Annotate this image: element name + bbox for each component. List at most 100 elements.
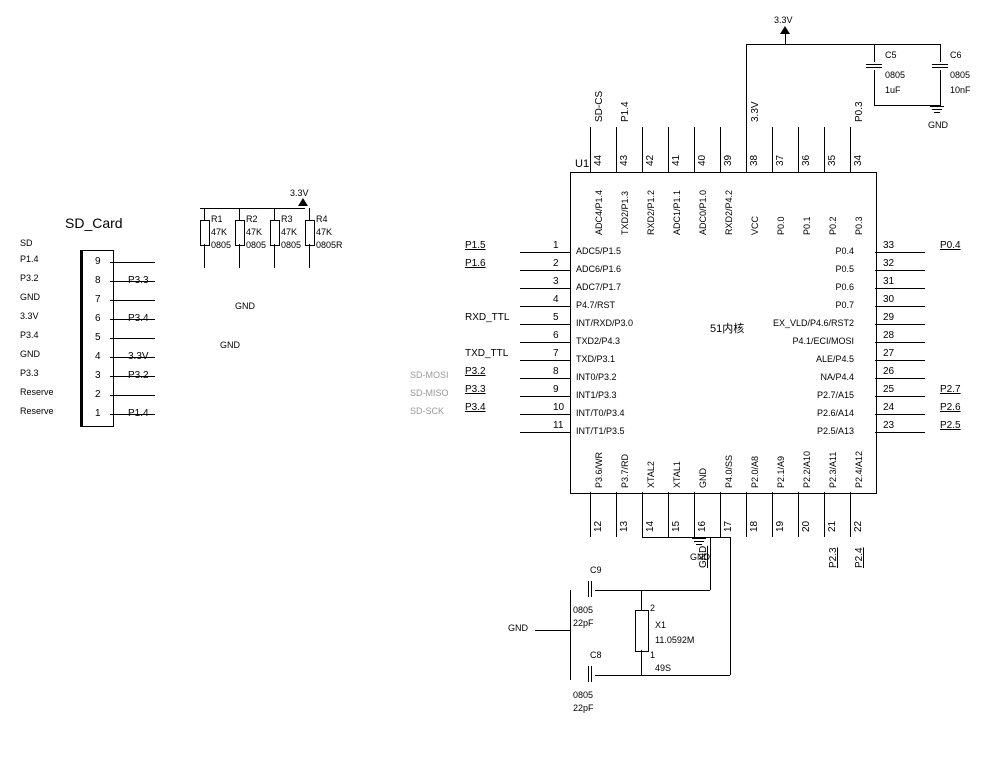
u1-pin-num: 41 — [671, 155, 682, 166]
u1-pin-num: 16 — [697, 521, 708, 532]
wire — [641, 590, 642, 610]
sd-net: P3.3 — [128, 275, 149, 286]
u1-pin-name: P0.3 — [854, 216, 864, 235]
u1-pin-num: 34 — [853, 155, 864, 166]
u1-net: P2.3 — [828, 547, 839, 568]
pull-rail: 3.3V — [290, 188, 309, 198]
u1-pin-num: 12 — [593, 521, 604, 532]
r-p: 0805 — [246, 240, 266, 250]
u1-pin-num: 21 — [827, 521, 838, 532]
wire — [200, 208, 305, 209]
wire — [874, 44, 875, 62]
sd-net: P3.2 — [128, 370, 149, 381]
u1-pin-num: 5 — [553, 312, 559, 323]
sd-pin-num: 3 — [95, 370, 101, 381]
u1-pin-num: 36 — [801, 155, 812, 166]
crystal-x1 — [635, 610, 649, 652]
r-p: 0805R — [316, 240, 343, 250]
c9-pkg: 0805 — [573, 605, 593, 615]
sd-left-label: Reserve — [20, 406, 54, 416]
u1-pin-name: ADC4/P1.4 — [594, 190, 604, 235]
u1-pin-name: P0.6 — [835, 282, 854, 292]
sd-left-label: P3.2 — [20, 273, 39, 283]
gnd-label: GND — [235, 301, 255, 311]
decoup-rail: 3.3V — [774, 15, 793, 25]
u1-ref: U1 — [575, 158, 589, 170]
u1-pin-name: NA/P4.4 — [820, 372, 854, 382]
wire — [110, 395, 155, 396]
resistor — [305, 220, 315, 246]
u1-pin-num: 26 — [883, 366, 894, 377]
u1-pin-name: P4.1/ECI/MOSI — [792, 336, 854, 346]
c5-ref: C5 — [885, 50, 897, 60]
sd-pin-num: 6 — [95, 313, 101, 324]
u1-pin-num: 31 — [883, 276, 894, 287]
xtal-gnd: GND — [508, 623, 528, 633]
r-ref: R4 — [316, 214, 328, 224]
gnd-icon — [930, 106, 944, 113]
u1-pin-num: 25 — [883, 384, 894, 395]
u1-pin-name: ALE/P4.5 — [816, 354, 854, 364]
u1-pin-num: 28 — [883, 330, 894, 341]
r-v: 47K — [316, 227, 332, 237]
u1-core: 51内核 — [710, 320, 744, 336]
u1-pin-num: 3 — [553, 276, 559, 287]
u1-pin-name: P2.3/A11 — [828, 452, 838, 488]
u1-pin-name: ADC7/P1.7 — [576, 282, 621, 292]
u1-pin-name: RXD2/P1.2 — [646, 190, 656, 235]
u1-pin-num: 11 — [553, 420, 563, 431]
r-v: 47K — [281, 227, 297, 237]
u1-pin-name: ADC6/P1.6 — [576, 264, 621, 274]
u1-pin-num: 14 — [645, 521, 656, 532]
u1-net: P2.7 — [940, 384, 961, 395]
sd-left-label: GND — [20, 349, 40, 359]
sd-left-label: P3.3 — [20, 368, 39, 378]
u1-pin-num: 29 — [883, 312, 894, 323]
u1-net: P3.4 — [465, 402, 486, 413]
u1-pin-name: P2.1/A9 — [776, 456, 786, 488]
u1-pin-name: INT/T0/P3.4 — [576, 408, 625, 418]
cap-c8 — [586, 666, 594, 682]
u1-pin-num: 6 — [553, 330, 559, 341]
sd-pin-num: 8 — [95, 275, 101, 286]
power-arrow-icon — [298, 198, 308, 206]
sd-ref: SD — [20, 238, 33, 248]
u1-pin-name: P0.0 — [776, 216, 786, 235]
u1-pin-num: 18 — [749, 521, 760, 532]
resistor — [200, 220, 210, 246]
u1-pin-num: 9 — [553, 384, 559, 395]
wire — [641, 650, 642, 675]
c9-ref: C9 — [590, 565, 602, 575]
u1-pin-num: 10 — [553, 402, 564, 413]
x1-pkg: 49S — [655, 663, 671, 673]
sd-net: P1.4 — [128, 408, 149, 419]
wire — [595, 675, 730, 676]
resistor — [270, 220, 280, 246]
sd-net: 3.3V — [128, 351, 149, 362]
c8-pkg: 0805 — [573, 690, 593, 700]
cap-c9 — [586, 581, 594, 597]
u1-pin-name: P4.0/SS — [724, 455, 734, 488]
sd-title: SD_Card — [65, 215, 123, 231]
u1-pin-num: 20 — [801, 521, 812, 532]
u1-pin-name: P2.5/A13 — [817, 426, 854, 436]
u1-pin-num: 2 — [553, 258, 559, 269]
u1-pin-num: 8 — [553, 366, 559, 377]
u1-pin-num: 13 — [619, 521, 630, 532]
u1-pin-num: 32 — [883, 258, 894, 269]
wire — [874, 70, 875, 105]
resistor — [235, 220, 245, 246]
u1-pin-name: P2.4/A12 — [854, 451, 864, 488]
u1-pin-num: 33 — [883, 240, 894, 251]
u1-pin-name: ADC1/P1.1 — [672, 190, 682, 235]
u1-pin-name: ADC5/P1.5 — [576, 246, 621, 256]
sd-pin-num: 5 — [95, 332, 101, 343]
r-p: 0805 — [281, 240, 301, 250]
u1-pin-name: TXD2/P1.3 — [620, 191, 630, 235]
u1-net: P2.4 — [854, 547, 865, 568]
u1-note: SD-MISO — [410, 388, 449, 398]
r-v: 47K — [246, 227, 262, 237]
gnd-label: GND — [220, 340, 240, 350]
wire — [785, 44, 940, 45]
u1-net: P1.6 — [465, 258, 486, 269]
